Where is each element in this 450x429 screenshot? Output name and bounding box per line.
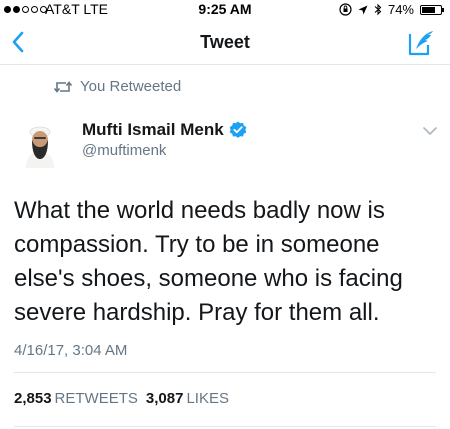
location-arrow-icon [358,5,368,14]
likes-label: LIKES [186,390,229,407]
compose-button[interactable] [406,28,436,58]
avatar[interactable] [12,112,68,168]
author-name-label: Mufti Ismail Menk [82,120,224,139]
retweet-context-label: You Retweeted [80,78,182,95]
author-handle[interactable]: @muftimenk [82,142,166,159]
likes-stat[interactable]: 3,087 LIKES [146,390,229,407]
chevron-down-icon [423,127,437,135]
bluetooth-icon [374,3,382,16]
tweet-options-button[interactable] [422,124,438,136]
tweet-timestamp: 4/16/17, 3:04 AM [14,342,128,359]
verified-badge-icon [229,121,246,138]
page-title: Tweet [200,32,250,52]
nav-divider [0,64,450,65]
compose-tweet-icon [408,31,433,56]
tweet-stats: 2,853 RETWEETS 3,087 LIKES [14,390,229,407]
author-name[interactable]: Mufti Ismail Menk [82,120,247,140]
nav-bar: Tweet [0,22,450,64]
battery-percent: 74% [387,2,414,17]
battery-icon [420,4,444,15]
tweet-text: What the world needs badly now is compas… [14,197,403,326]
retweet-context: You Retweeted [54,78,181,95]
status-indicators: 74% [339,2,444,17]
divider [14,372,436,373]
likes-count: 3,087 [145,390,184,407]
retweets-stat[interactable]: 2,853 RETWEETS [14,390,138,407]
retweets-label: RETWEETS [54,390,138,407]
divider [14,426,436,427]
retweets-count: 2,853 [14,390,52,407]
orientation-lock-icon [339,3,352,16]
status-bar: AT&T LTE 9:25 AM 74% [0,0,450,20]
retweet-icon [54,80,72,93]
